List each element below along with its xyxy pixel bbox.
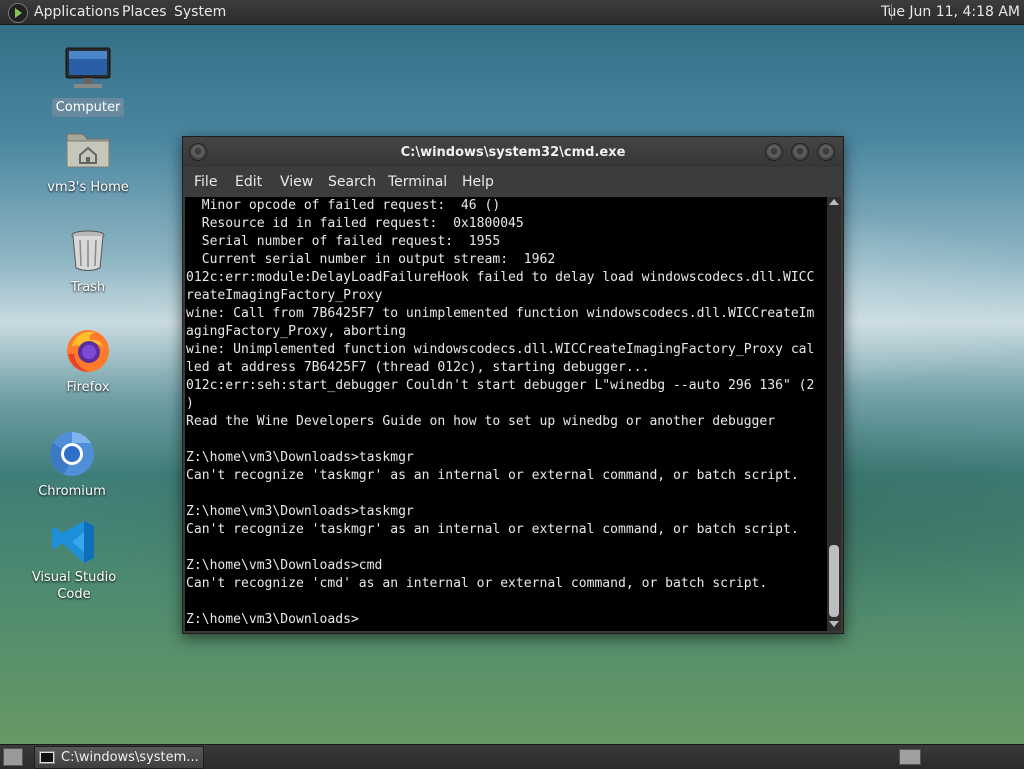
terminal-line: ) bbox=[186, 396, 194, 411]
maximize-button[interactable] bbox=[791, 143, 809, 161]
window-menu-button[interactable] bbox=[189, 143, 207, 161]
terminal-line: Serial number of failed request: 1955 bbox=[186, 234, 501, 249]
trash-icon bbox=[64, 226, 112, 274]
desktop-icon-computer[interactable]: Computer bbox=[33, 46, 143, 117]
desktop-icon-label: Trash bbox=[70, 280, 106, 295]
window-title-bar[interactable]: C:\windows\system32\cmd.exe bbox=[183, 137, 843, 167]
menu-system[interactable]: System bbox=[174, 0, 226, 24]
menu-places[interactable]: Places bbox=[122, 0, 167, 24]
menu-terminal[interactable]: Terminal bbox=[388, 174, 447, 190]
terminal-line: Z:\home\vm3\Downloads>taskmgr bbox=[186, 450, 414, 465]
show-desktop-icon[interactable] bbox=[3, 748, 23, 766]
chromium-icon bbox=[48, 430, 96, 478]
menu-view[interactable]: View bbox=[280, 174, 313, 190]
desktop-icon-trash[interactable]: Trash bbox=[33, 226, 143, 297]
terminal-line: Can't recognize 'taskmgr' as an internal… bbox=[186, 522, 799, 537]
terminal-line: 012c:err:module:DelayLoadFailureHook fai… bbox=[186, 270, 815, 285]
applications-logo-icon[interactable] bbox=[8, 3, 28, 23]
terminal-icon bbox=[39, 751, 55, 764]
terminal-output[interactable]: Minor opcode of failed request: 46 () Re… bbox=[185, 197, 827, 631]
bottom-panel: C:\windows\system... bbox=[0, 744, 1024, 769]
firefox-icon bbox=[64, 326, 112, 374]
menu-edit[interactable]: Edit bbox=[235, 174, 262, 190]
terminal-line: wine: Unimplemented function windowscode… bbox=[186, 342, 815, 357]
terminal-line: Z:\home\vm3\Downloads>taskmgr bbox=[186, 504, 414, 519]
vscode-icon bbox=[50, 518, 98, 566]
desktop-icon-label: Visual Studio Code bbox=[31, 570, 117, 602]
terminal-window[interactable]: C:\windows\system32\cmd.exe File Edit Vi… bbox=[182, 136, 844, 634]
window-title: C:\windows\system32\cmd.exe bbox=[400, 145, 626, 160]
terminal-line: led at address 7B6425F7 (thread 012c), s… bbox=[186, 360, 650, 375]
terminal-line: Can't recognize 'cmd' as an internal or … bbox=[186, 576, 768, 591]
terminal-line: Resource id in failed request: 0x1800045 bbox=[186, 216, 524, 231]
close-button[interactable] bbox=[817, 143, 835, 161]
desktop-icon-vscode[interactable]: Visual Studio Code bbox=[19, 518, 129, 604]
terminal-line: wine: Call from 7B6425F7 to unimplemente… bbox=[186, 306, 815, 321]
terminal-line: agingFactory_Proxy, aborting bbox=[186, 324, 406, 339]
top-panel: Applications Places System Tue Jun 11, 4… bbox=[0, 0, 1024, 25]
desktop-icon-home[interactable]: vm3's Home bbox=[33, 126, 143, 197]
terminal-line: Can't recognize 'taskmgr' as an internal… bbox=[186, 468, 799, 483]
scroll-up-arrow-icon[interactable] bbox=[829, 199, 839, 205]
taskbar-item-cmd[interactable]: C:\windows\system... bbox=[34, 746, 204, 769]
desktop-icon-label: Firefox bbox=[66, 380, 110, 395]
menu-applications[interactable]: Applications bbox=[34, 0, 120, 24]
terminal-line: reateImagingFactory_Proxy bbox=[186, 288, 383, 303]
workspace-switcher[interactable] bbox=[899, 749, 921, 765]
desktop-icon-firefox[interactable]: Firefox bbox=[33, 326, 143, 397]
taskbar-item-label: C:\windows\system... bbox=[61, 750, 199, 765]
computer-icon bbox=[64, 46, 112, 94]
scroll-down-arrow-icon[interactable] bbox=[829, 621, 839, 627]
desktop-icon-label: Computer bbox=[51, 98, 125, 117]
desktop-icon-label: vm3's Home bbox=[47, 180, 129, 195]
desktop-icon-chromium[interactable]: Chromium bbox=[17, 430, 127, 501]
terminal-line: Z:\home\vm3\Downloads> bbox=[186, 612, 359, 627]
menu-file[interactable]: File bbox=[194, 174, 217, 190]
home-folder-icon bbox=[64, 126, 112, 174]
scrollbar-thumb[interactable] bbox=[829, 545, 839, 617]
terminal-line: Read the Wine Developers Guide on how to… bbox=[186, 414, 776, 429]
menu-help[interactable]: Help bbox=[462, 174, 494, 190]
terminal-line: Minor opcode of failed request: 46 () bbox=[186, 198, 501, 213]
terminal-line: Z:\home\vm3\Downloads>cmd bbox=[186, 558, 383, 573]
minimize-button[interactable] bbox=[765, 143, 783, 161]
menu-bar: File Edit View Search Terminal Help bbox=[183, 167, 843, 197]
terminal-line: 012c:err:seh:start_debugger Couldn't sta… bbox=[186, 378, 815, 393]
vertical-scrollbar[interactable] bbox=[827, 197, 841, 631]
desktop-icon-label: Chromium bbox=[38, 484, 106, 499]
menu-search[interactable]: Search bbox=[328, 174, 376, 190]
terminal-line: Current serial number in output stream: … bbox=[186, 252, 556, 267]
terminal-text: Minor opcode of failed request: 46 () Re… bbox=[185, 197, 814, 629]
clock[interactable]: Tue Jun 11, 4:18 AM bbox=[881, 0, 1024, 24]
